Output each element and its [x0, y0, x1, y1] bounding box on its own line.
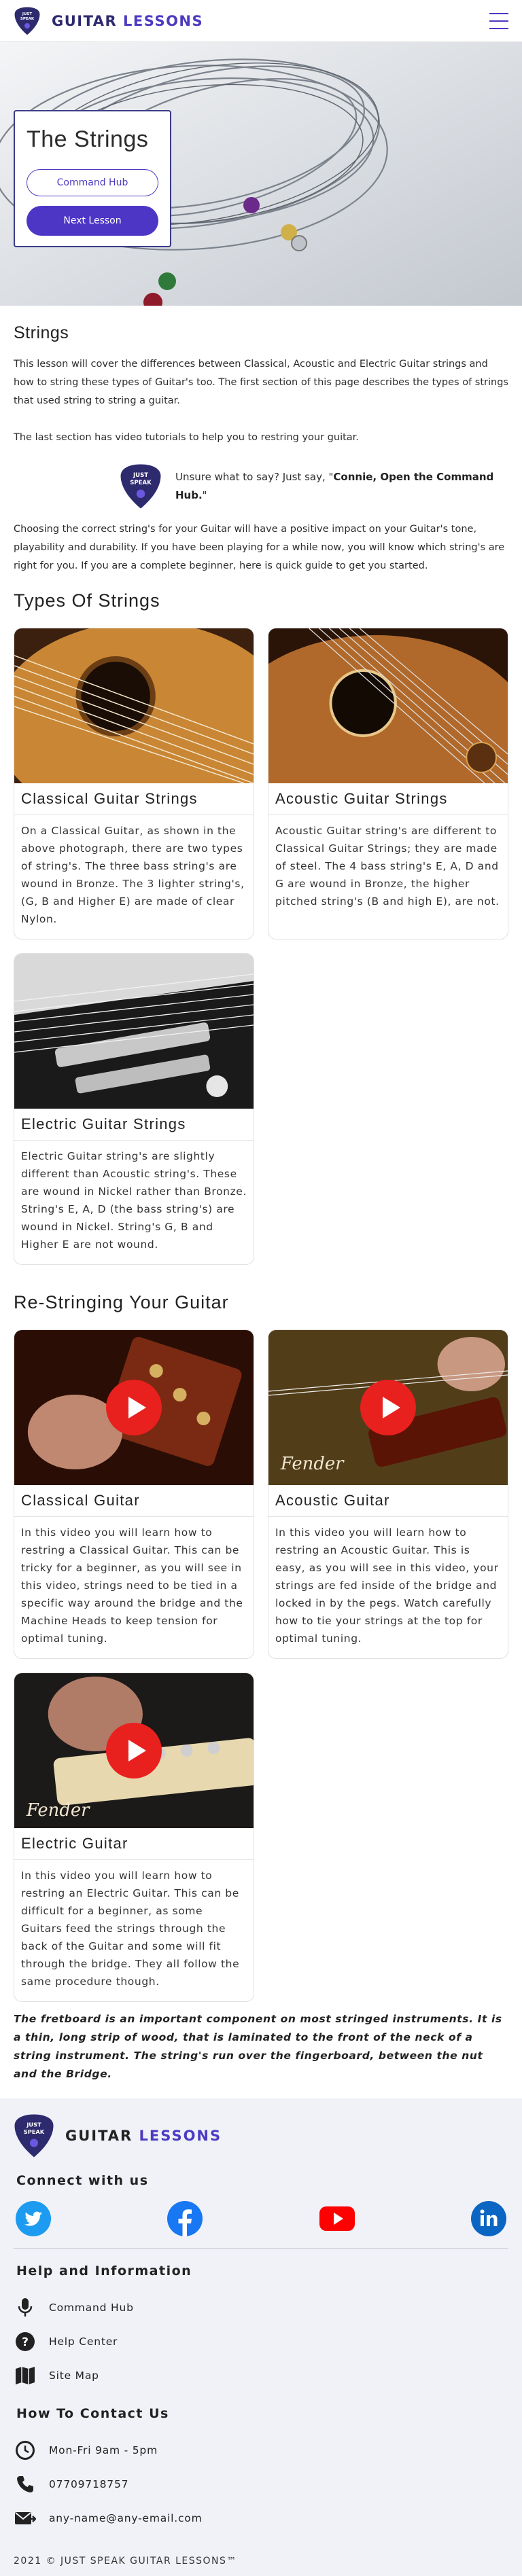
next-lesson-button[interactable]: Next Lesson: [27, 206, 158, 236]
card-title: Acoustic Guitar: [275, 1492, 390, 1509]
map-icon: [14, 2364, 37, 2387]
hero-card: The Strings Command Hub Next Lesson: [14, 110, 171, 247]
card-title: Acoustic Guitar Strings: [275, 790, 448, 807]
acoustic-guitar-image: [268, 628, 508, 783]
svg-text:JUST: JUST: [133, 472, 148, 479]
svg-text:Fender: Fender: [280, 1454, 345, 1474]
command-hub-button[interactable]: Command Hub: [27, 169, 158, 196]
play-button-icon[interactable]: [106, 1723, 162, 1778]
acoustic-strings-card: Acoustic Guitar Strings Acoustic Guitar …: [268, 628, 508, 940]
brand-part1: GUITAR: [52, 12, 118, 29]
electric-video-thumbnail[interactable]: Fender: [14, 1673, 254, 1828]
just-speak-logo[interactable]: JUST SPEAK: [14, 5, 41, 36]
help-center-link[interactable]: Help Center: [49, 2336, 118, 2348]
brand-title[interactable]: GUITAR LESSONS: [52, 13, 203, 29]
intro-paragraph-1: This lesson will cover the differences b…: [14, 359, 508, 406]
string-types-grid: Classical Guitar Strings On a Classical …: [14, 628, 508, 1265]
voice-hint-text: Unsure what to say? Just say, "Connie, O…: [175, 468, 508, 505]
hamburger-menu-icon[interactable]: [489, 12, 508, 29]
play-button-icon[interactable]: [106, 1380, 162, 1435]
card-text: In this video you will learn how to rest…: [275, 1526, 499, 1645]
svg-text:SPEAK: SPEAK: [24, 2128, 45, 2135]
youtube-icon[interactable]: [319, 2200, 355, 2237]
electric-guitar-image: [14, 954, 254, 1109]
send-mail-icon: [14, 2507, 37, 2530]
footer: JUST SPEAK GUITAR LESSONS Connect with u…: [0, 2098, 522, 2576]
hero-banner: The Strings Command Hub Next Lesson: [0, 42, 522, 306]
contact-heading: How To Contact Us: [16, 2406, 169, 2421]
command-hub-link[interactable]: Command Hub: [49, 2302, 134, 2314]
intro-paragraph-2: The last section has video tutorials to …: [14, 432, 359, 443]
contact-list: Mon-Fri 9am - 5pm 07709718757 any-name@a…: [14, 2433, 508, 2535]
classical-video-card: Classical Guitar In this video you will …: [14, 1329, 254, 1659]
card-text: In this video you will learn how to rest…: [21, 1870, 240, 1988]
facebook-icon[interactable]: [167, 2200, 203, 2237]
phone-link[interactable]: 07709718757: [49, 2478, 128, 2490]
brand-part2: LESSONS: [123, 12, 204, 29]
help-item-site-map[interactable]: Site Map: [14, 2359, 508, 2393]
just-speak-logo-footer[interactable]: JUST SPEAK: [14, 2112, 54, 2160]
classical-strings-card: Classical Guitar Strings On a Classical …: [14, 628, 254, 940]
social-links: [14, 2200, 508, 2249]
play-button-icon[interactable]: [360, 1380, 416, 1435]
help-list: Command Hub ? Help Center Site Map: [14, 2291, 508, 2393]
help-heading: Help and Information: [16, 2264, 192, 2278]
connect-heading: Connect with us: [16, 2173, 149, 2188]
card-title: Electric Guitar: [21, 1835, 128, 1852]
footer-brand-title: GUITAR LESSONS: [65, 2128, 222, 2144]
restringing-heading: Re-Stringing Your Guitar: [14, 1292, 229, 1312]
contact-email[interactable]: any-name@any-email.com: [14, 2501, 508, 2535]
copyright-text: 2021 © JUST SPEAK GUITAR LESSONS™: [14, 2556, 237, 2566]
site-map-link[interactable]: Site Map: [49, 2369, 99, 2382]
hint-suffix: ": [202, 489, 207, 501]
svg-text:SPEAK: SPEAK: [20, 17, 35, 21]
svg-text:SPEAK: SPEAK: [130, 480, 152, 486]
clock-icon: [14, 2439, 37, 2462]
strings-heading: Strings: [14, 323, 69, 342]
card-text: Electric Guitar string's are slightly di…: [21, 1150, 247, 1251]
svg-text:JUST: JUST: [22, 12, 32, 16]
classical-guitar-image: [14, 628, 254, 783]
voice-hint: JUST SPEAK Unsure what to say? Just say,…: [120, 462, 508, 511]
svg-text:JUST: JUST: [26, 2122, 41, 2128]
footer-brand-part1: GUITAR: [65, 2128, 133, 2144]
card-text: In this video you will learn how to rest…: [21, 1526, 243, 1645]
hint-prefix: Unsure what to say? Just say, ": [175, 471, 334, 483]
hours-text: Mon-Fri 9am - 5pm: [49, 2444, 158, 2456]
electric-video-card: Fender Electric Guitar In this video you…: [14, 1672, 254, 2002]
card-text: Acoustic Guitar string's are different t…: [275, 825, 500, 908]
microphone-icon: [14, 2296, 37, 2319]
video-grid: Classical Guitar In this video you will …: [14, 1329, 508, 2002]
help-item-command-hub[interactable]: Command Hub: [14, 2291, 508, 2325]
contact-phone[interactable]: 07709718757: [14, 2467, 508, 2501]
acoustic-video-thumbnail[interactable]: Fender: [268, 1330, 508, 1485]
main-content: Strings This lesson will cover the diffe…: [0, 323, 522, 2002]
intro-paragraph-3: Choosing the correct string's for your G…: [14, 524, 505, 571]
footer-brand-part2: LESSONS: [139, 2128, 222, 2144]
navbar: JUST SPEAK GUITAR LESSONS: [0, 0, 522, 42]
svg-text:Fender: Fender: [26, 1800, 90, 1821]
question-circle-icon: ?: [14, 2330, 37, 2353]
acoustic-video-card: Fender Acoustic Guitar In this video you…: [268, 1329, 508, 1659]
help-item-help-center[interactable]: ? Help Center: [14, 2325, 508, 2359]
types-heading: Types Of Strings: [14, 590, 160, 611]
card-title: Electric Guitar Strings: [21, 1115, 186, 1132]
email-link[interactable]: any-name@any-email.com: [49, 2512, 202, 2524]
twitter-icon[interactable]: [15, 2200, 52, 2237]
svg-text:?: ?: [22, 2336, 29, 2349]
card-title: Classical Guitar Strings: [21, 790, 198, 807]
electric-strings-card: Electric Guitar Strings Electric Guitar …: [14, 953, 254, 1265]
phone-icon: [14, 2473, 37, 2496]
fretboard-note: The fretboard is an important component …: [14, 2013, 502, 2080]
card-text: On a Classical Guitar, as shown in the a…: [21, 825, 245, 925]
just-speak-logo-small: JUST SPEAK: [120, 462, 162, 511]
linkedin-icon[interactable]: [470, 2200, 507, 2237]
page-title: The Strings: [27, 126, 149, 152]
classical-video-thumbnail[interactable]: [14, 1330, 254, 1485]
card-title: Classical Guitar: [21, 1492, 140, 1509]
contact-hours: Mon-Fri 9am - 5pm: [14, 2433, 508, 2467]
footer-brand: JUST SPEAK GUITAR LESSONS: [14, 2112, 508, 2160]
